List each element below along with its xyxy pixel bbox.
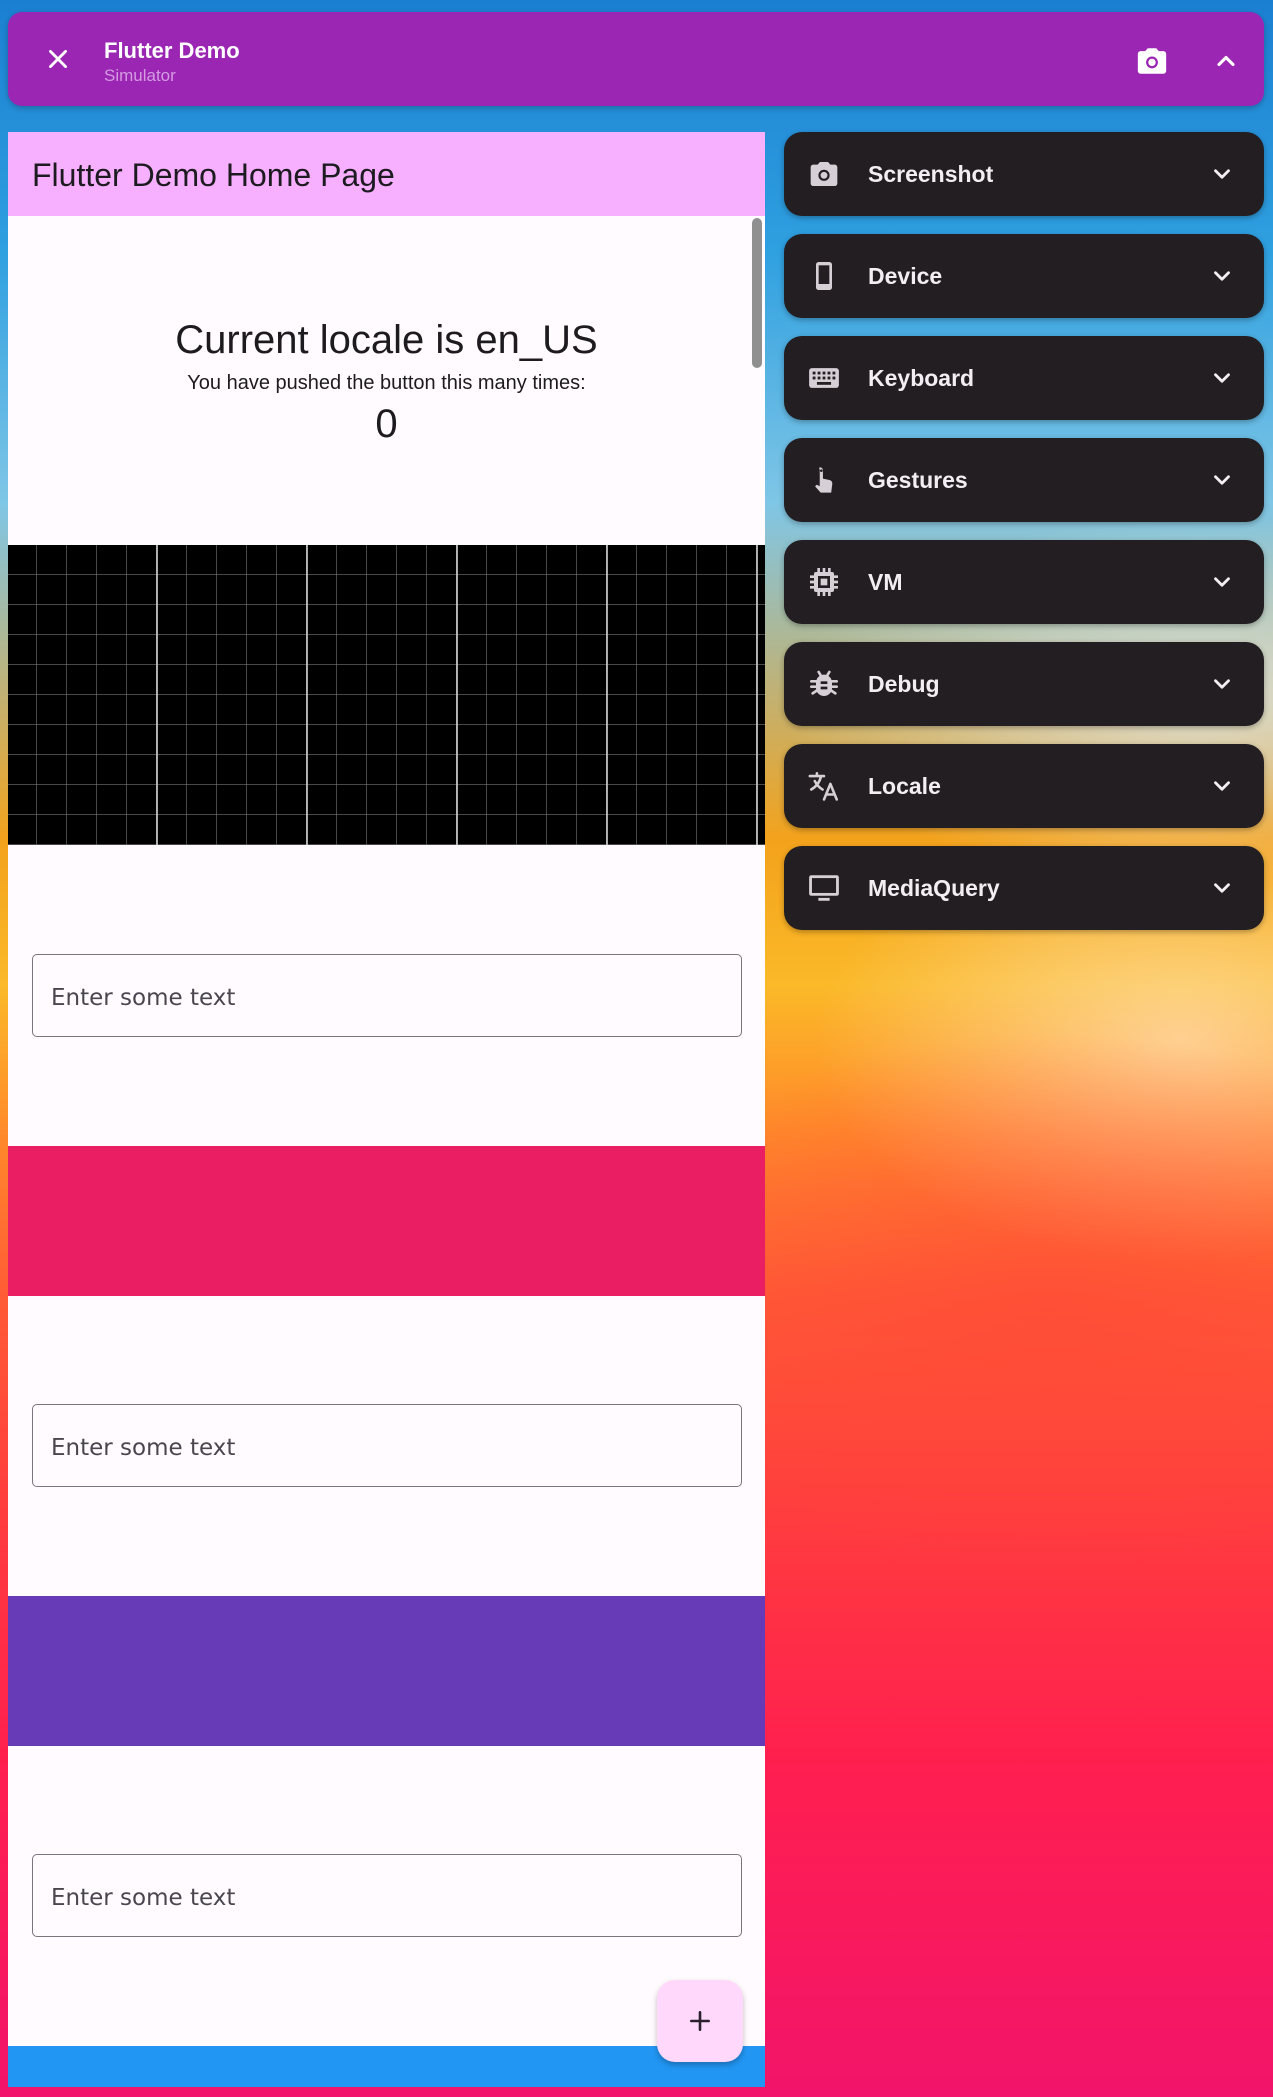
text-field-2[interactable] bbox=[32, 1404, 742, 1487]
panel-debug[interactable]: Debug bbox=[784, 642, 1264, 726]
chevron-down-icon bbox=[1206, 668, 1238, 700]
panel-label: Screenshot bbox=[868, 161, 994, 187]
panel-label: Device bbox=[868, 263, 943, 289]
monitor-icon bbox=[806, 870, 842, 906]
simulator-toolbar: Flutter Demo Simulator bbox=[8, 12, 1264, 106]
close-button[interactable] bbox=[38, 39, 78, 79]
panel-label: Locale bbox=[868, 773, 941, 799]
chip-icon bbox=[806, 564, 842, 600]
app-subtitle: Simulator bbox=[104, 66, 176, 85]
locale-text: Current locale is en_US bbox=[175, 318, 598, 362]
phone-icon bbox=[806, 258, 842, 294]
keyboard-icon bbox=[806, 360, 842, 396]
chevron-down-icon bbox=[1206, 872, 1238, 904]
translate-icon bbox=[806, 768, 842, 804]
panel-locale[interactable]: Locale bbox=[784, 744, 1264, 828]
plus-icon bbox=[690, 2011, 710, 2031]
app-title: Flutter Demo bbox=[104, 38, 240, 63]
panel-mediaquery[interactable]: MediaQuery bbox=[784, 846, 1264, 930]
purple-band bbox=[8, 1596, 765, 1746]
pink-band bbox=[8, 1146, 765, 1296]
panel-keyboard[interactable]: Keyboard bbox=[784, 336, 1264, 420]
chevron-down-icon bbox=[1206, 260, 1238, 292]
camera-icon bbox=[806, 156, 842, 192]
pushed-text: You have pushed the button this many tim… bbox=[187, 372, 586, 394]
grid-canvas bbox=[8, 545, 765, 845]
page-title: Flutter Demo Home Page bbox=[32, 157, 395, 193]
app-bar: Flutter Demo Home Page bbox=[8, 132, 765, 216]
collapse-button[interactable] bbox=[1204, 39, 1248, 83]
panel-gestures[interactable]: Gestures bbox=[784, 438, 1264, 522]
text-input-2[interactable] bbox=[33, 1405, 741, 1486]
text-input-3[interactable] bbox=[33, 1855, 741, 1936]
bug-icon bbox=[806, 666, 842, 702]
counter-value: 0 bbox=[375, 402, 398, 446]
camera-icon bbox=[1137, 48, 1167, 74]
blue-band bbox=[8, 2046, 765, 2087]
screenshot-button[interactable] bbox=[1130, 39, 1174, 83]
text-field-1[interactable] bbox=[32, 954, 742, 1037]
panel-label: Gestures bbox=[868, 467, 968, 493]
touch-icon bbox=[806, 462, 842, 498]
chevron-down-icon bbox=[1206, 464, 1238, 496]
chevron-down-icon bbox=[1206, 770, 1238, 802]
panel-label: VM bbox=[868, 569, 903, 595]
panel-label: Keyboard bbox=[868, 365, 975, 391]
panel-label: MediaQuery bbox=[868, 875, 1000, 901]
increment-fab[interactable] bbox=[657, 1980, 743, 2062]
close-icon bbox=[49, 50, 67, 68]
panel-screenshot[interactable]: Screenshot bbox=[784, 132, 1264, 216]
chevron-down-icon bbox=[1206, 362, 1238, 394]
text-field-3[interactable] bbox=[32, 1854, 742, 1937]
panel-device[interactable]: Device bbox=[784, 234, 1264, 318]
panel-label: Debug bbox=[868, 671, 940, 697]
panel-vm[interactable]: VM bbox=[784, 540, 1264, 624]
chevron-up-icon bbox=[1217, 55, 1235, 67]
chevron-down-icon bbox=[1206, 158, 1238, 190]
chevron-down-icon bbox=[1206, 566, 1238, 598]
device-screen: Flutter Demo Home Page Current locale is… bbox=[8, 132, 765, 2087]
text-input-1[interactable] bbox=[33, 955, 741, 1036]
